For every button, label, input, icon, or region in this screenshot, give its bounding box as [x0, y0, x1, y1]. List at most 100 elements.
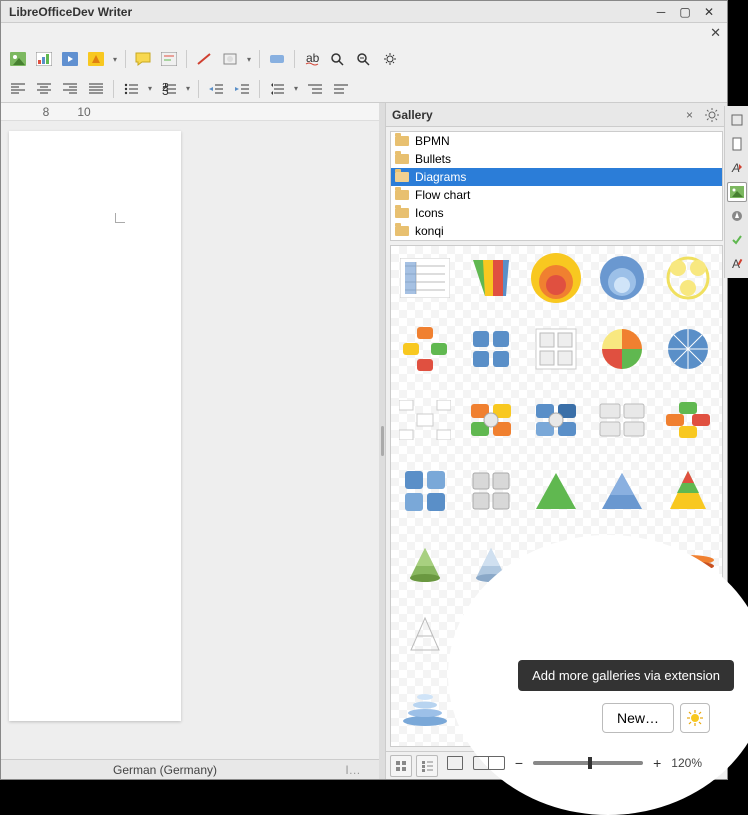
diagram-thumbnail[interactable] [592, 463, 652, 519]
category-diagrams[interactable]: Diagrams [391, 168, 722, 186]
category-icons[interactable]: Icons [391, 204, 722, 222]
folder-icon [395, 208, 409, 218]
gallery-category-list: BPMN Bullets Diagrams Flow chart Icons k… [390, 131, 723, 241]
diagram-thumbnail[interactable] [658, 463, 718, 519]
check-tab-icon[interactable] [727, 230, 747, 250]
text-cursor [115, 213, 125, 223]
dropdown-icon[interactable]: ▾ [146, 78, 154, 100]
number-list-icon[interactable]: 123 [158, 78, 180, 100]
zoom-icon[interactable] [353, 48, 375, 70]
category-konqi[interactable]: konqi [391, 222, 722, 240]
diagram-thumbnail[interactable] [395, 677, 455, 733]
dropdown-icon[interactable]: ▾ [292, 78, 300, 100]
line-spacing-icon[interactable] [266, 78, 288, 100]
insert-image-icon[interactable] [7, 48, 29, 70]
align-center-icon[interactable] [33, 78, 55, 100]
find-icon[interactable] [327, 48, 349, 70]
category-bpmn[interactable]: BPMN [391, 132, 722, 150]
document-page[interactable] [9, 131, 181, 721]
indent-right-icon[interactable] [330, 78, 352, 100]
indent-left-icon[interactable] [304, 78, 326, 100]
new-theme-button[interactable]: New… [602, 703, 674, 733]
zoom-slider[interactable] [533, 761, 643, 765]
dropdown-icon[interactable]: ▾ [111, 48, 119, 70]
extension-gallery-button[interactable] [680, 703, 710, 733]
align-justify-icon[interactable] [85, 78, 107, 100]
status-insert-mode[interactable]: I… [333, 763, 373, 777]
dropdown-icon[interactable]: ▾ [184, 78, 192, 100]
diagram-thumbnail[interactable] [658, 321, 718, 377]
spellcheck-icon[interactable]: ab [301, 48, 323, 70]
diagram-thumbnail[interactable] [395, 535, 455, 591]
page-canvas[interactable] [1, 121, 379, 759]
statusbar: German (Germany) I… [1, 759, 379, 779]
diagram-thumbnail[interactable] [592, 392, 652, 448]
diagram-thumbnail[interactable] [658, 392, 718, 448]
document-close-bar: ✕ [1, 23, 727, 43]
document-area: 8 10 German (Germany) I… [1, 103, 379, 779]
diagram-thumbnail[interactable] [592, 250, 652, 306]
insert-media-icon[interactable] [59, 48, 81, 70]
bullet-list-icon[interactable] [120, 78, 142, 100]
styles-tab-icon[interactable]: A [727, 158, 747, 178]
ruler[interactable]: 8 10 [1, 103, 379, 121]
diagram-thumbnail[interactable] [395, 321, 455, 377]
diagram-thumbnail[interactable] [527, 321, 587, 377]
status-language[interactable]: German (Germany) [7, 763, 323, 777]
decrease-indent-icon[interactable] [205, 78, 227, 100]
single-page-view-icon[interactable] [447, 756, 463, 770]
diagram-thumbnail[interactable] [461, 321, 521, 377]
align-left-icon[interactable] [7, 78, 29, 100]
zoom-percent[interactable]: 120% [671, 756, 702, 770]
format-toolbar: ▾ 123 ▾ ▾ [1, 75, 727, 103]
navigator-tab-icon[interactable] [727, 206, 747, 226]
folder-icon [395, 226, 409, 236]
settings-icon[interactable] [379, 48, 401, 70]
dropdown-icon[interactable]: ▾ [245, 48, 253, 70]
category-flow-chart[interactable]: Flow chart [391, 186, 722, 204]
maximize-button[interactable]: ▢ [675, 4, 695, 20]
diagram-thumbnail[interactable] [461, 392, 521, 448]
folder-icon [395, 136, 409, 146]
manage-changes-tab-icon[interactable]: A [727, 254, 747, 274]
diagram-thumbnail[interactable] [527, 463, 587, 519]
diagram-thumbnail[interactable] [395, 463, 455, 519]
category-bullets[interactable]: Bullets [391, 150, 722, 168]
diagram-thumbnail[interactable] [461, 250, 521, 306]
draw-shape-icon[interactable] [219, 48, 241, 70]
icon-view-button[interactable] [390, 755, 412, 777]
insert-object-icon[interactable] [85, 48, 107, 70]
diagram-thumbnail[interactable] [395, 392, 455, 448]
diagram-thumbnail[interactable] [658, 250, 718, 306]
fontwork-icon[interactable] [266, 48, 288, 70]
diagram-thumbnail[interactable] [395, 606, 455, 662]
panel-settings-icon[interactable] [703, 106, 721, 124]
gallery-header: Gallery × [386, 103, 727, 127]
zoom-out-button[interactable]: − [515, 755, 523, 771]
diagram-thumbnail[interactable] [461, 463, 521, 519]
main-toolbar: ▾ ▾ ab [1, 43, 727, 75]
diagram-thumbnail[interactable] [592, 321, 652, 377]
gallery-tab-icon[interactable] [727, 182, 747, 202]
diagram-thumbnail[interactable] [527, 250, 587, 306]
increase-indent-icon[interactable] [231, 78, 253, 100]
comment-icon[interactable] [132, 48, 154, 70]
detail-view-button[interactable] [416, 755, 438, 777]
zoom-in-button[interactable]: + [653, 755, 661, 771]
close-document-button[interactable]: ✕ [710, 25, 721, 41]
close-panel-icon[interactable]: × [686, 108, 693, 122]
track-changes-icon[interactable] [158, 48, 180, 70]
window-title: LibreOfficeDev Writer [9, 5, 647, 19]
insert-chart-icon[interactable] [33, 48, 55, 70]
page-tab-icon[interactable] [727, 134, 747, 154]
separator [113, 80, 114, 98]
diagram-thumbnail[interactable] [527, 392, 587, 448]
align-right-icon[interactable] [59, 78, 81, 100]
close-window-button[interactable]: ✕ [699, 4, 719, 20]
separator [294, 50, 295, 68]
minimize-button[interactable]: ─ [651, 4, 671, 20]
draw-line-icon[interactable] [193, 48, 215, 70]
properties-tab-icon[interactable] [727, 110, 747, 130]
multi-page-view-icon[interactable] [473, 756, 505, 770]
diagram-thumbnail[interactable] [395, 250, 455, 306]
